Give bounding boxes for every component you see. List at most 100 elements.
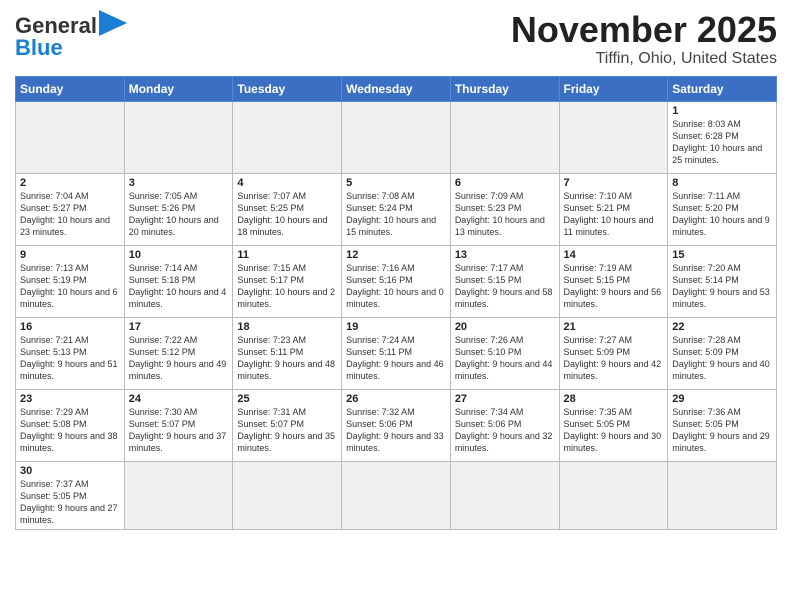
day-info: Sunrise: 7:27 AM Sunset: 5:09 PM Dayligh… [564, 334, 664, 383]
day-info: Sunrise: 7:29 AM Sunset: 5:08 PM Dayligh… [20, 406, 120, 455]
day-info: Sunrise: 7:09 AM Sunset: 5:23 PM Dayligh… [455, 190, 555, 239]
logo: General Blue [15, 10, 127, 61]
header-sunday: Sunday [16, 76, 125, 101]
calendar-week-row: 2Sunrise: 7:04 AM Sunset: 5:27 PM Daylig… [16, 173, 777, 245]
calendar-cell: 17Sunrise: 7:22 AM Sunset: 5:12 PM Dayli… [124, 317, 233, 389]
calendar-cell [342, 101, 451, 173]
logo-blue-icon [99, 10, 127, 36]
day-number: 28 [564, 393, 664, 405]
calendar-cell: 22Sunrise: 7:28 AM Sunset: 5:09 PM Dayli… [668, 317, 777, 389]
calendar-cell: 25Sunrise: 7:31 AM Sunset: 5:07 PM Dayli… [233, 389, 342, 461]
calendar-cell: 7Sunrise: 7:10 AM Sunset: 5:21 PM Daylig… [559, 173, 668, 245]
day-info: Sunrise: 7:13 AM Sunset: 5:19 PM Dayligh… [20, 262, 120, 311]
calendar-week-row: 30Sunrise: 7:37 AM Sunset: 5:05 PM Dayli… [16, 461, 777, 530]
header-friday: Friday [559, 76, 668, 101]
day-info: Sunrise: 7:26 AM Sunset: 5:10 PM Dayligh… [455, 334, 555, 383]
day-number: 12 [346, 249, 446, 261]
day-number: 29 [672, 393, 772, 405]
calendar-cell: 14Sunrise: 7:19 AM Sunset: 5:15 PM Dayli… [559, 245, 668, 317]
calendar-cell [668, 461, 777, 530]
day-number: 25 [237, 393, 337, 405]
calendar-cell: 11Sunrise: 7:15 AM Sunset: 5:17 PM Dayli… [233, 245, 342, 317]
header: General Blue November 2025 Tiffin, Ohio,… [15, 10, 777, 68]
calendar-cell [559, 101, 668, 173]
day-info: Sunrise: 7:10 AM Sunset: 5:21 PM Dayligh… [564, 190, 664, 239]
calendar-cell: 18Sunrise: 7:23 AM Sunset: 5:11 PM Dayli… [233, 317, 342, 389]
day-number: 20 [455, 321, 555, 333]
calendar-cell: 26Sunrise: 7:32 AM Sunset: 5:06 PM Dayli… [342, 389, 451, 461]
header-thursday: Thursday [450, 76, 559, 101]
calendar-subtitle: Tiffin, Ohio, United States [511, 50, 777, 68]
calendar-week-row: 16Sunrise: 7:21 AM Sunset: 5:13 PM Dayli… [16, 317, 777, 389]
calendar-cell: 29Sunrise: 7:36 AM Sunset: 5:05 PM Dayli… [668, 389, 777, 461]
day-number: 23 [20, 393, 120, 405]
day-number: 4 [237, 177, 337, 189]
calendar-cell: 1Sunrise: 8:03 AM Sunset: 6:28 PM Daylig… [668, 101, 777, 173]
day-info: Sunrise: 7:19 AM Sunset: 5:15 PM Dayligh… [564, 262, 664, 311]
calendar-cell: 13Sunrise: 7:17 AM Sunset: 5:15 PM Dayli… [450, 245, 559, 317]
day-number: 7 [564, 177, 664, 189]
logo-text-blue: Blue [15, 35, 63, 61]
day-info: Sunrise: 7:37 AM Sunset: 5:05 PM Dayligh… [20, 478, 120, 527]
calendar-title: November 2025 [511, 10, 777, 50]
day-number: 16 [20, 321, 120, 333]
header-tuesday: Tuesday [233, 76, 342, 101]
calendar-cell: 3Sunrise: 7:05 AM Sunset: 5:26 PM Daylig… [124, 173, 233, 245]
calendar-cell: 12Sunrise: 7:16 AM Sunset: 5:16 PM Dayli… [342, 245, 451, 317]
day-info: Sunrise: 7:34 AM Sunset: 5:06 PM Dayligh… [455, 406, 555, 455]
day-info: Sunrise: 7:04 AM Sunset: 5:27 PM Dayligh… [20, 190, 120, 239]
day-info: Sunrise: 7:14 AM Sunset: 5:18 PM Dayligh… [129, 262, 229, 311]
day-number: 24 [129, 393, 229, 405]
day-number: 30 [20, 465, 120, 477]
day-number: 17 [129, 321, 229, 333]
day-info: Sunrise: 7:05 AM Sunset: 5:26 PM Dayligh… [129, 190, 229, 239]
header-wednesday: Wednesday [342, 76, 451, 101]
calendar-cell: 8Sunrise: 7:11 AM Sunset: 5:20 PM Daylig… [668, 173, 777, 245]
day-number: 1 [672, 105, 772, 117]
calendar-cell: 6Sunrise: 7:09 AM Sunset: 5:23 PM Daylig… [450, 173, 559, 245]
calendar-cell: 24Sunrise: 7:30 AM Sunset: 5:07 PM Dayli… [124, 389, 233, 461]
day-number: 22 [672, 321, 772, 333]
day-info: Sunrise: 7:17 AM Sunset: 5:15 PM Dayligh… [455, 262, 555, 311]
day-info: Sunrise: 7:32 AM Sunset: 5:06 PM Dayligh… [346, 406, 446, 455]
day-info: Sunrise: 7:28 AM Sunset: 5:09 PM Dayligh… [672, 334, 772, 383]
calendar-table: Sunday Monday Tuesday Wednesday Thursday… [15, 76, 777, 531]
calendar-cell [233, 101, 342, 173]
title-block: November 2025 Tiffin, Ohio, United State… [511, 10, 777, 68]
page: General Blue November 2025 Tiffin, Ohio,… [0, 0, 792, 612]
day-number: 2 [20, 177, 120, 189]
calendar-cell [559, 461, 668, 530]
day-number: 11 [237, 249, 337, 261]
calendar-cell: 19Sunrise: 7:24 AM Sunset: 5:11 PM Dayli… [342, 317, 451, 389]
day-info: Sunrise: 7:21 AM Sunset: 5:13 PM Dayligh… [20, 334, 120, 383]
calendar-cell [124, 461, 233, 530]
day-info: Sunrise: 7:11 AM Sunset: 5:20 PM Dayligh… [672, 190, 772, 239]
day-info: Sunrise: 7:22 AM Sunset: 5:12 PM Dayligh… [129, 334, 229, 383]
calendar-cell: 4Sunrise: 7:07 AM Sunset: 5:25 PM Daylig… [233, 173, 342, 245]
day-number: 15 [672, 249, 772, 261]
day-info: Sunrise: 7:15 AM Sunset: 5:17 PM Dayligh… [237, 262, 337, 311]
day-info: Sunrise: 7:07 AM Sunset: 5:25 PM Dayligh… [237, 190, 337, 239]
calendar-cell: 28Sunrise: 7:35 AM Sunset: 5:05 PM Dayli… [559, 389, 668, 461]
day-number: 10 [129, 249, 229, 261]
day-number: 26 [346, 393, 446, 405]
day-number: 14 [564, 249, 664, 261]
day-info: Sunrise: 7:23 AM Sunset: 5:11 PM Dayligh… [237, 334, 337, 383]
header-saturday: Saturday [668, 76, 777, 101]
calendar-cell: 30Sunrise: 7:37 AM Sunset: 5:05 PM Dayli… [16, 461, 125, 530]
weekday-header-row: Sunday Monday Tuesday Wednesday Thursday… [16, 76, 777, 101]
day-info: Sunrise: 7:16 AM Sunset: 5:16 PM Dayligh… [346, 262, 446, 311]
calendar-cell [233, 461, 342, 530]
day-number: 27 [455, 393, 555, 405]
calendar-cell: 20Sunrise: 7:26 AM Sunset: 5:10 PM Dayli… [450, 317, 559, 389]
day-info: Sunrise: 7:31 AM Sunset: 5:07 PM Dayligh… [237, 406, 337, 455]
calendar-cell: 15Sunrise: 7:20 AM Sunset: 5:14 PM Dayli… [668, 245, 777, 317]
calendar-week-row: 23Sunrise: 7:29 AM Sunset: 5:08 PM Dayli… [16, 389, 777, 461]
day-number: 6 [455, 177, 555, 189]
calendar-cell [342, 461, 451, 530]
day-info: Sunrise: 8:03 AM Sunset: 6:28 PM Dayligh… [672, 118, 772, 167]
day-number: 5 [346, 177, 446, 189]
day-info: Sunrise: 7:24 AM Sunset: 5:11 PM Dayligh… [346, 334, 446, 383]
calendar-cell [124, 101, 233, 173]
day-number: 21 [564, 321, 664, 333]
